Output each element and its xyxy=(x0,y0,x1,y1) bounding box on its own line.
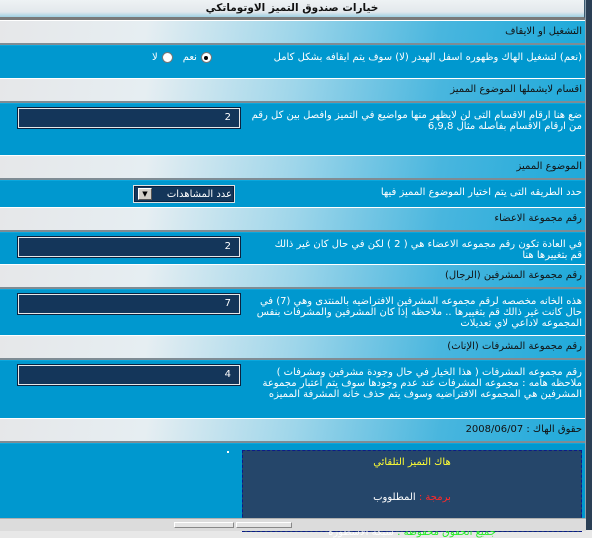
credits-row: هاك التميز التلقائي برمجة : المطلووب جمي… xyxy=(0,443,586,538)
setting-row-female-moderators: رقم مجموعه المشرفات ( هذا الخيار في حال … xyxy=(0,360,586,418)
male-moderators-input[interactable]: 7 xyxy=(17,293,241,315)
section-header-members-group: رقم مجموعة الاعضاء xyxy=(0,207,586,232)
input-value: 2 xyxy=(224,112,231,123)
page-title: خيارات صندوق التميز الاوتوماتكي xyxy=(0,0,586,20)
section-header-male-moderators: رقم مجموعة المشرفين (الرجال) xyxy=(0,264,586,289)
settings-panel: خيارات صندوق التميز الاوتوماتكي التشغيل … xyxy=(0,0,586,538)
setting-row-male-moderators: هذه الخانه مخصصه لرقم مجموعه المشرفين ال… xyxy=(0,289,586,335)
enable-radio-group: نعم لا xyxy=(152,52,212,63)
setting-row-members-group: في العادة تكون رقم مجموعه الاعضاء هي ( 2… xyxy=(0,232,586,264)
horizontal-scrollbar[interactable] xyxy=(0,518,586,531)
radio-no[interactable] xyxy=(161,52,173,63)
female-moderators-input[interactable]: 4 xyxy=(17,364,241,386)
setting-row-enable: (نعم) لتشغيل الهاك وظهوره اسفل الهيدر (ل… xyxy=(0,45,586,78)
excluded-forums-input[interactable]: 2 xyxy=(17,107,241,129)
setting-description: في العادة تكون رقم مجموعه الاعضاء هي ( 2… xyxy=(274,239,582,261)
setting-description: حدد الطريقه التى يتم اختيار الموضوع المم… xyxy=(380,187,582,198)
input-value: 2 xyxy=(224,241,231,252)
programmer-line: برمجة : المطلووب xyxy=(243,492,581,503)
radio-yes[interactable] xyxy=(200,52,212,63)
section-header-enable: التشغيل او الايقاف xyxy=(0,20,586,45)
setting-description: هذه الخانه مخصصه لرقم مجموعه المشرفين ال… xyxy=(256,296,582,329)
scrollbar-thumb-2[interactable] xyxy=(236,522,292,528)
input-value: 7 xyxy=(224,298,231,309)
selection-method-select[interactable]: عدد المشاهدات ▼ xyxy=(133,185,235,203)
scrollbar-thumb[interactable] xyxy=(174,522,234,528)
section-header-female-moderators: رقم مجموعة المشرفات (الإناث) xyxy=(0,335,586,360)
setting-row-featured-topic: حدد الطريقه التى يتم اختيار الموضوع المم… xyxy=(0,180,586,207)
radio-yes-label: نعم xyxy=(182,52,197,63)
setting-description: (نعم) لتشغيل الهاك وظهوره اسفل الهيدر (ل… xyxy=(273,52,582,63)
hack-name: هاك التميز التلقائي xyxy=(373,457,451,468)
radio-no-label: لا xyxy=(152,52,158,63)
select-value: عدد المشاهدات xyxy=(166,188,232,200)
programmer-name: المطلووب xyxy=(373,492,416,503)
section-header-rights: حقوق الهاك : 2008/06/07 xyxy=(0,418,586,443)
input-value: 4 xyxy=(224,369,231,380)
setting-row-excluded-forums: ضع هنا ارقام الاقسام التى لن لايظهر منها… xyxy=(0,103,586,155)
members-group-input[interactable]: 2 xyxy=(17,236,241,258)
dot-marker xyxy=(227,451,229,453)
programmer-label: برمجة : xyxy=(418,492,451,503)
section-header-excluded-forums: اقسام لايشملها الموضوع المميز xyxy=(0,78,586,103)
chevron-down-icon[interactable]: ▼ xyxy=(138,188,152,200)
section-header-featured-topic: الموضوع المميز xyxy=(0,155,586,180)
setting-description: ضع هنا ارقام الاقسام التى لن لايظهر منها… xyxy=(251,110,582,132)
setting-description: رقم مجموعه المشرفات ( هذا الخيار في حال … xyxy=(262,367,582,400)
vertical-scrollbar[interactable] xyxy=(585,0,592,530)
